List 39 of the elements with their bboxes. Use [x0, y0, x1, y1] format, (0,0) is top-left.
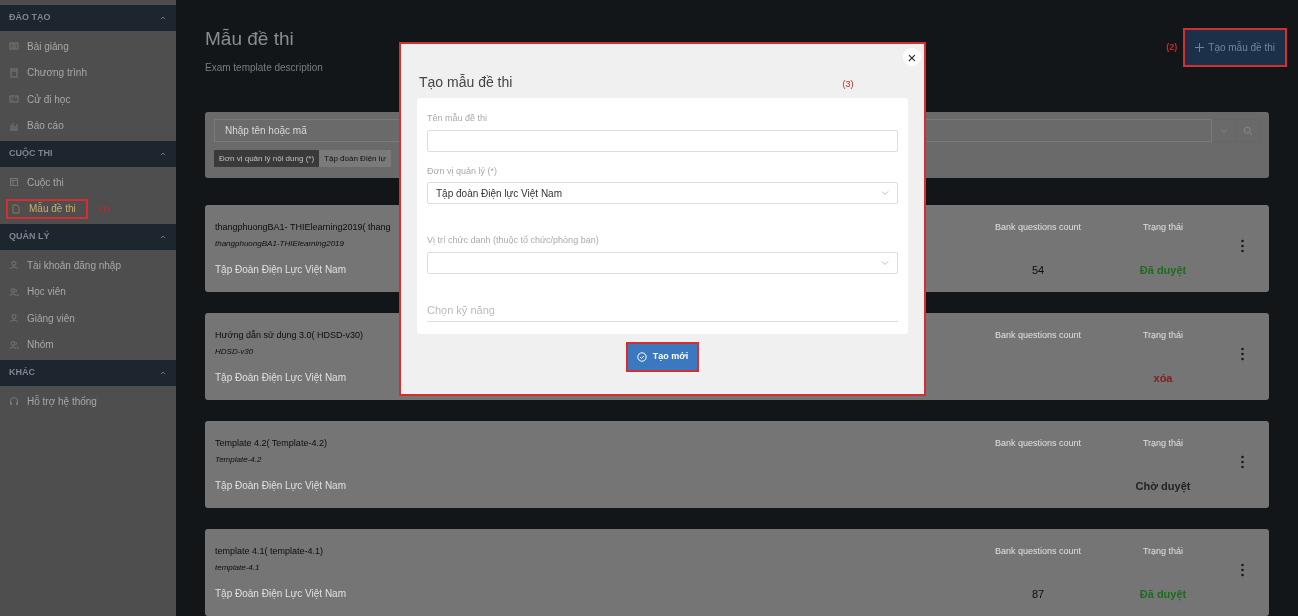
section-title: ĐÀO TẠO [9, 11, 51, 25]
template-title: Hướng dẫn sử dụng 3.0( HDSD-v30) [215, 329, 364, 342]
template-code: Template-4.2 [215, 453, 262, 466]
template-code: HDSD-v30 [215, 345, 254, 358]
page-description: Exam template description [205, 61, 323, 75]
template-organization: Tập Đoàn Điện Lực Việt Nam [215, 586, 346, 601]
template-title: thangphuongBA1- THIElearning2019( thang [215, 221, 391, 234]
section-title: KHÁC [9, 366, 35, 380]
field-label: Đơn vị quản lý (*) [427, 164, 498, 178]
question-count: 87 [1031, 586, 1045, 602]
field-label: Vị trí chức danh (thuộc tổ chức/phòng ban) [427, 234, 600, 247]
status-label: Đã duyệt [1139, 262, 1187, 278]
dialog-title: Tạo mẫu đề thi [418, 73, 514, 92]
status-label: xóa [1153, 370, 1173, 386]
callout-number: (1) [99, 202, 110, 215]
column-label: Bank questions count [994, 437, 1082, 450]
template-organization: Tập Đoàn Điện Lực Việt Nam [215, 262, 346, 277]
template-title: Template 4.2( Template-4.2) [215, 437, 327, 450]
section-title: CUỘC THI [9, 147, 53, 161]
column-label: Bank questions count [994, 221, 1082, 234]
column-label: Trạng thái [1142, 329, 1184, 342]
callout-number: (2) [1166, 40, 1178, 54]
column-label: Bank questions count [994, 329, 1082, 342]
column-label: Trạng thái [1142, 221, 1184, 234]
template-code: thangphuongBA1-THIElearning2019 [215, 237, 344, 250]
column-label: Bank questions count [994, 545, 1082, 558]
page-title: Mẫu đề thi [205, 27, 295, 51]
template-title: template 4.1( template-4.1) [215, 545, 324, 558]
section-title: QUẢN LÝ [9, 230, 50, 244]
template-organization: Tập Đoàn Điện Lực Việt Nam [215, 478, 346, 493]
template-organization: Tập Đoàn Điện Lực Việt Nam [215, 370, 346, 385]
question-count: 54 [1031, 262, 1045, 278]
column-label: Trạng thái [1142, 545, 1184, 558]
template-code: template-4.1 [215, 561, 260, 574]
status-label: Chờ duyệt [1135, 478, 1191, 494]
status-label: Đã duyệt [1139, 586, 1187, 602]
callout-number: (3) [842, 78, 854, 91]
field-label: Tên mẫu đề thi [427, 112, 489, 125]
column-label: Trạng thái [1142, 437, 1184, 450]
